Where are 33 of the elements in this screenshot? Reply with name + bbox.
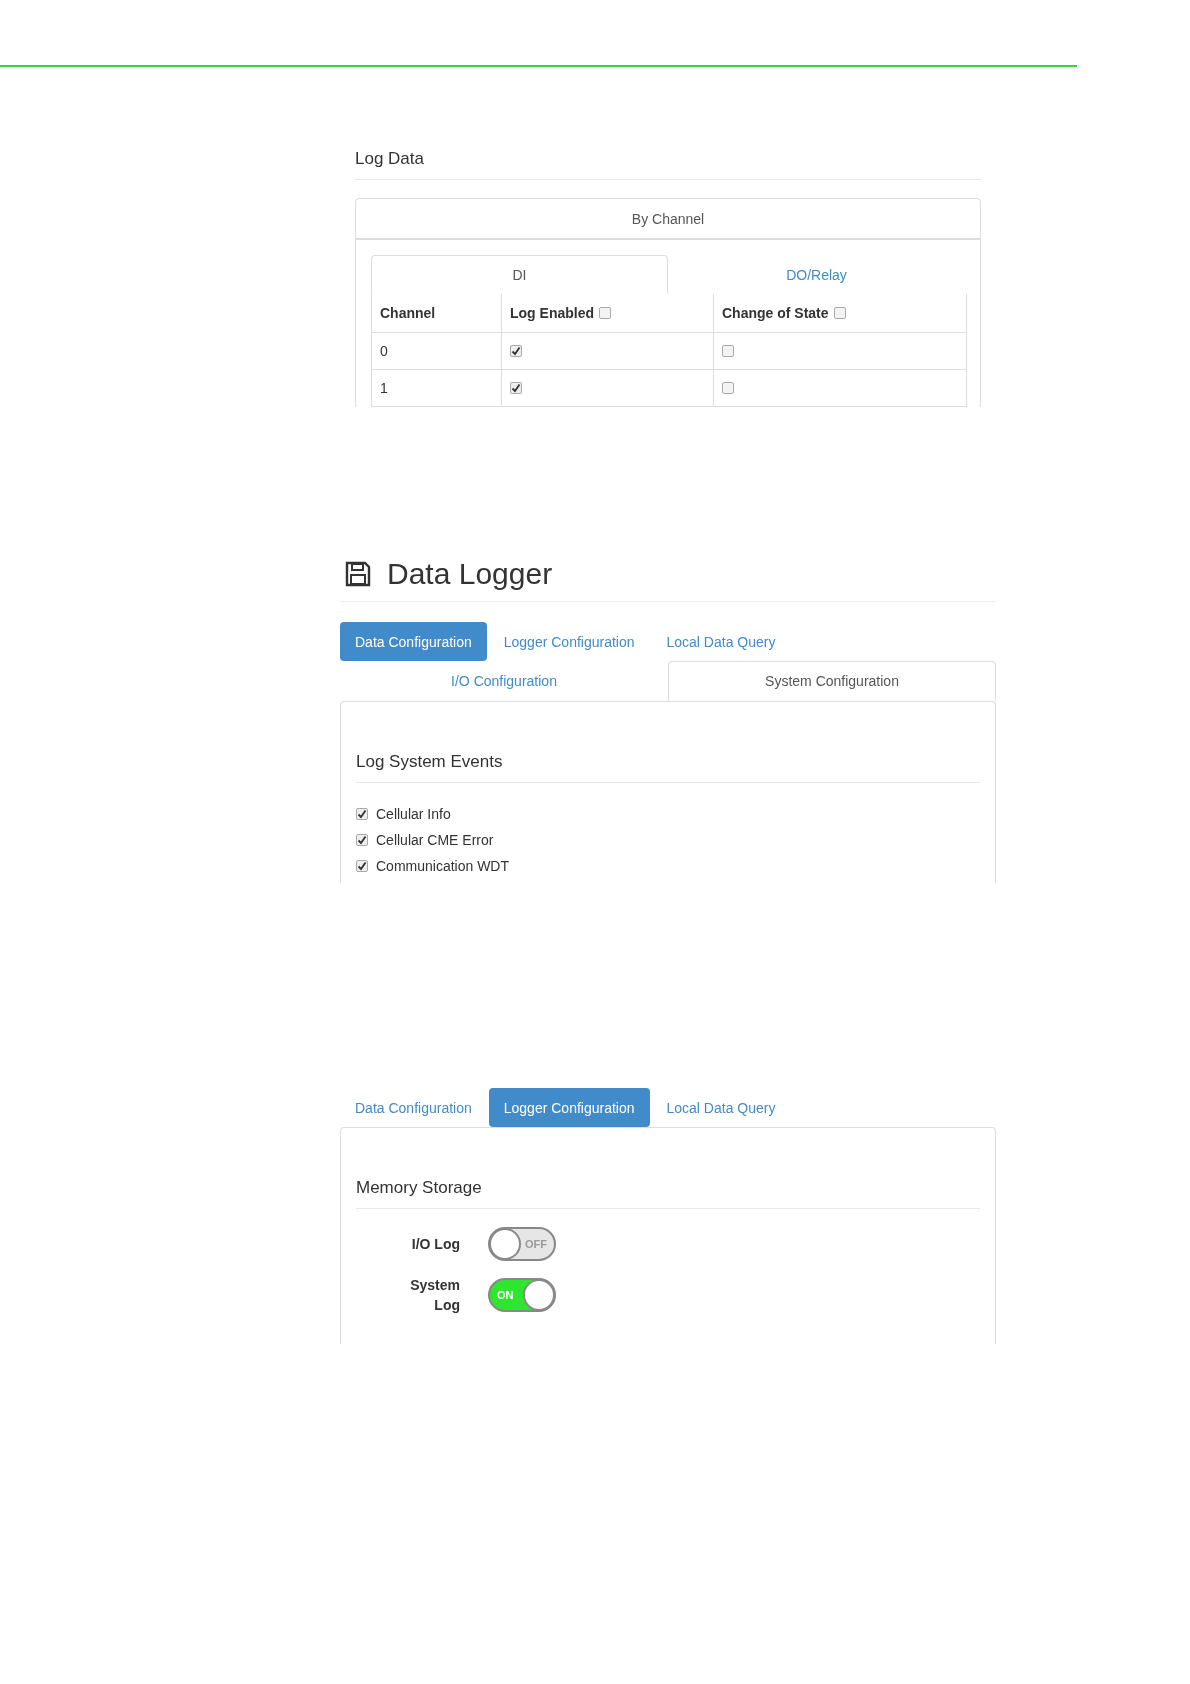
- checkbox-label: Communication WDT: [376, 858, 510, 874]
- column-header: Change of State: [722, 305, 829, 321]
- section-title: Log System Events: [356, 752, 980, 783]
- tab[interactable]: Logger Configuration: [488, 622, 650, 661]
- tab[interactable]: System Configuration: [668, 661, 996, 701]
- table-cell: 1: [380, 380, 388, 396]
- column-header: Channel: [380, 305, 436, 321]
- checkbox-label: Cellular CME Error: [376, 832, 494, 848]
- checkbox[interactable]: [722, 382, 734, 394]
- column-header: Log Enabled: [510, 305, 594, 321]
- tab[interactable]: Logger Configuration: [488, 1088, 650, 1127]
- header-checkbox[interactable]: [599, 307, 611, 319]
- toggle-label: System Log: [409, 1276, 460, 1315]
- panel-header: By Channel: [355, 198, 981, 239]
- checkbox[interactable]: [722, 345, 734, 357]
- tab[interactable]: Local Data Query: [651, 1088, 791, 1127]
- checkbox-label: Cellular Info: [376, 806, 451, 822]
- section-title: Log Data: [355, 149, 981, 180]
- checkbox[interactable]: [356, 860, 368, 872]
- section-title: Memory Storage: [356, 1178, 980, 1209]
- toggle-switch[interactable]: OFF: [488, 1227, 556, 1261]
- checkbox[interactable]: [356, 808, 368, 820]
- header-checkbox[interactable]: [833, 307, 846, 319]
- checkbox[interactable]: [356, 834, 368, 846]
- tab[interactable]: Local Data Query: [651, 622, 791, 661]
- tab[interactable]: Data Configuration: [340, 622, 487, 661]
- table-cell: 0: [380, 343, 388, 359]
- tab[interactable]: DI: [371, 255, 668, 294]
- toggle-label: I/O Log: [410, 1235, 460, 1254]
- tab[interactable]: Data Configuration: [340, 1088, 487, 1127]
- checkbox[interactable]: [510, 345, 522, 357]
- checkbox[interactable]: [510, 382, 522, 394]
- page-title: Data Logger: [387, 557, 553, 591]
